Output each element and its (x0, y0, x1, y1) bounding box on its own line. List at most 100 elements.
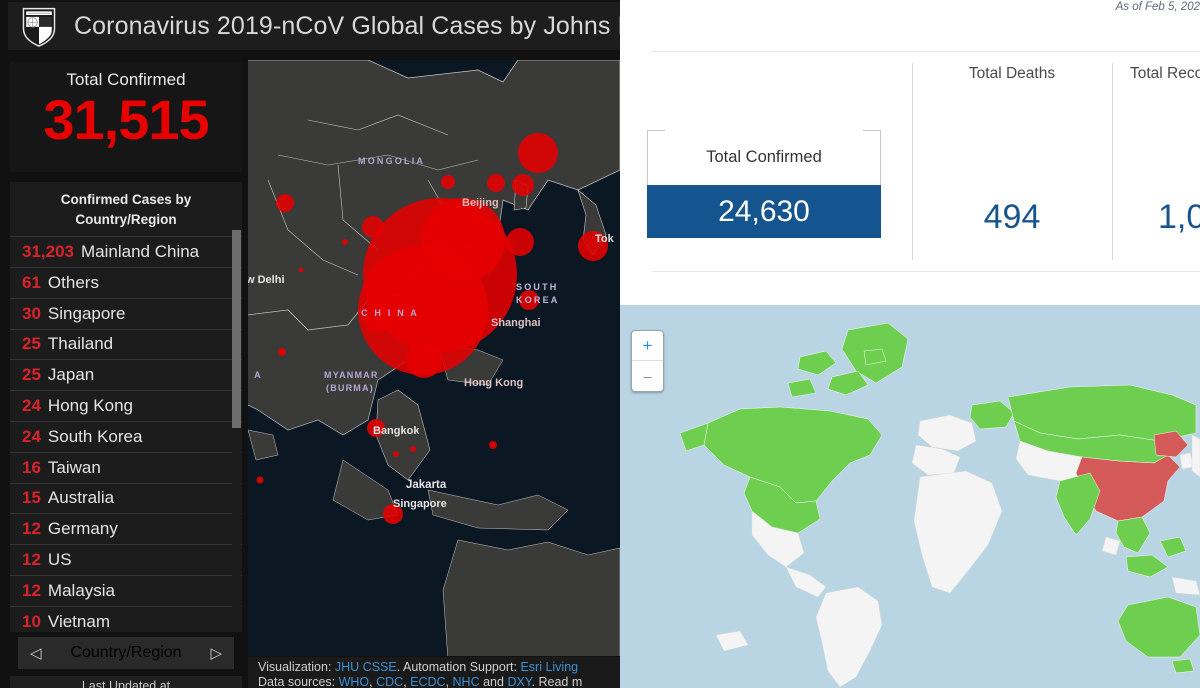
page-title: Coronavirus 2019-nCoV Global Cases by Jo… (74, 11, 620, 40)
last-updated-bar: Last Updated at (10, 676, 242, 688)
country-list-item[interactable]: 24 South Korea (10, 420, 242, 452)
map-city-label: Hong Kong (464, 377, 523, 389)
country-list-item[interactable]: 25 Japan (10, 359, 242, 390)
stat-card-total-confirmed[interactable]: Total Confirmed 24,630 (647, 130, 881, 248)
case-bubble (421, 198, 505, 282)
country-list-item[interactable]: 12 US (10, 544, 242, 575)
case-bubble (489, 441, 497, 449)
country-list-item[interactable]: 16 Taiwan (10, 451, 242, 483)
stat-value-highlight: 24,630 (647, 185, 881, 238)
country-list-item[interactable]: 12 Malaysia (10, 574, 242, 606)
country-case-count: 61 (22, 272, 41, 292)
country-region-selector[interactable]: ◁ Country/Region ▷ (18, 637, 234, 669)
map-region-label: (BURMA) (326, 383, 374, 393)
country-list-item[interactable]: 15 Australia (10, 482, 242, 514)
country-list-item[interactable]: 25 Thailand (10, 328, 242, 360)
who-link[interactable]: WHO (339, 675, 370, 688)
credits-text: . Automation Support: (396, 660, 521, 674)
stats-divider-bottom (652, 271, 1200, 272)
map-city-label: Jakarta (406, 479, 447, 491)
country-list-item[interactable]: 24 Hong Kong (10, 390, 242, 421)
country-list-scrollbar-thumb[interactable] (232, 230, 241, 428)
country-name: Vietnam (47, 611, 110, 631)
country-list-item[interactable]: 12 Germany (10, 513, 242, 544)
country-name: Germany (47, 519, 118, 539)
country-case-count: 12 (22, 519, 41, 539)
credits-line-2: Data sources: WHO, CDC, ECDC, NHC and DX… (258, 675, 620, 688)
dxy-link[interactable]: DXY (507, 675, 531, 688)
triangle-right-icon[interactable]: ▷ (210, 646, 222, 661)
stat-value: 24,630 (718, 194, 810, 228)
case-bubble (518, 133, 558, 173)
case-bubble (278, 348, 286, 356)
map-city-label: w Delhi (248, 274, 285, 286)
map-city-label: Beijing (462, 197, 499, 209)
country-case-count: 30 (22, 303, 41, 323)
jhu-csse-link[interactable]: JHU CSSE (335, 660, 397, 674)
country-name: Mainland China (81, 242, 200, 262)
credits-line-1: Visualization: JHU CSSE. Automation Supp… (258, 660, 620, 675)
country-name: Thailand (47, 334, 114, 354)
country-case-count: 31,203 (22, 242, 74, 262)
country-case-count: 12 (22, 580, 41, 600)
map-city-label: Shanghai (491, 317, 541, 329)
dark-map-graphic: MONGOLIA C H I N A SOUTH KOREA MYANMAR (… (248, 60, 620, 656)
country-list-item[interactable]: 30 Singapore (10, 297, 242, 329)
country-case-count: 16 (22, 457, 41, 477)
map-city-label: Singapore (393, 498, 447, 510)
country-list-item[interactable]: 61 Others (10, 266, 242, 298)
country-case-count: 24 (22, 396, 41, 415)
country-panel-title: Confirmed Cases by Country/Region (60, 192, 192, 227)
case-bubble (276, 194, 294, 212)
triangle-left-icon[interactable]: ◁ (30, 646, 42, 661)
case-bubble (298, 267, 304, 273)
global-cases-dark-map[interactable]: MONGOLIA C H I N A SOUTH KOREA MYANMAR (… (248, 60, 620, 656)
stat-value: 1,0 (1158, 198, 1200, 236)
dashboard-header: Coronavirus 2019-nCoV Global Cases by Jo… (8, 2, 620, 50)
stat-card-total-recovered[interactable]: Total Reco 1,0 (1112, 52, 1200, 271)
map-zoom-control[interactable]: + – (631, 330, 664, 392)
cdc-link[interactable]: CDC (376, 675, 403, 688)
country-case-count: 10 (22, 611, 41, 631)
esri-living-atlas-link[interactable]: Esri Living (520, 660, 578, 674)
stat-label: Total Reco (1130, 65, 1200, 82)
map-region-label: KOREA (516, 295, 560, 305)
country-case-count: 25 (22, 334, 41, 354)
case-bubble (342, 239, 348, 245)
case-bubble (256, 476, 264, 484)
credits-text: and (479, 675, 508, 688)
case-bubble (393, 451, 399, 457)
credits-text: Data sources: (258, 675, 339, 688)
credits-text: Visualization: (258, 660, 335, 674)
case-bubble (441, 175, 455, 189)
world-status-map[interactable]: + – (620, 305, 1200, 688)
country-list-item[interactable]: 31,203 Mainland China (10, 236, 242, 267)
world-map-graphic (620, 305, 1200, 688)
country-case-count: 24 (22, 426, 41, 446)
country-region-selector-label: Country/Region (70, 644, 182, 661)
country-list[interactable]: 31,203 Mainland China 61 Others 30 Singapore 2… (10, 236, 242, 632)
stat-card-total-deaths[interactable]: Total Deaths 494 (912, 52, 1112, 271)
case-bubble (406, 342, 442, 378)
map-region-label: SOUTH (516, 282, 559, 292)
screenshot-root: Coronavirus 2019-nCoV Global Cases by Jo… (0, 0, 1200, 688)
zoom-in-button[interactable]: + (632, 331, 663, 361)
credits-text: , (445, 675, 453, 688)
country-name: Australia (47, 488, 115, 508)
country-list-item[interactable]: 10 Vietnam (10, 605, 242, 632)
total-confirmed-value: 31,515 (43, 88, 209, 151)
map-region-label: MYANMAR (324, 370, 379, 380)
secondary-dashboard-panel: As of Feb 5, 202 Total Deaths 494 Total … (620, 0, 1200, 688)
map-city-label: Bangkok (373, 425, 420, 437)
country-case-count: 25 (22, 365, 41, 385)
ecdc-link[interactable]: ECDC (410, 675, 445, 688)
map-region-label: I A (248, 370, 263, 380)
country-name: Singapore (47, 303, 126, 323)
nhc-link[interactable]: NHC (453, 675, 480, 688)
country-case-count: 12 (22, 549, 41, 569)
map-region-label: MONGOLIA (358, 156, 425, 166)
jhu-dashboard-panel: Coronavirus 2019-nCoV Global Cases by Jo… (0, 0, 620, 688)
country-case-count: 15 (22, 488, 41, 508)
case-bubble (410, 446, 416, 452)
zoom-out-button[interactable]: – (632, 361, 663, 391)
